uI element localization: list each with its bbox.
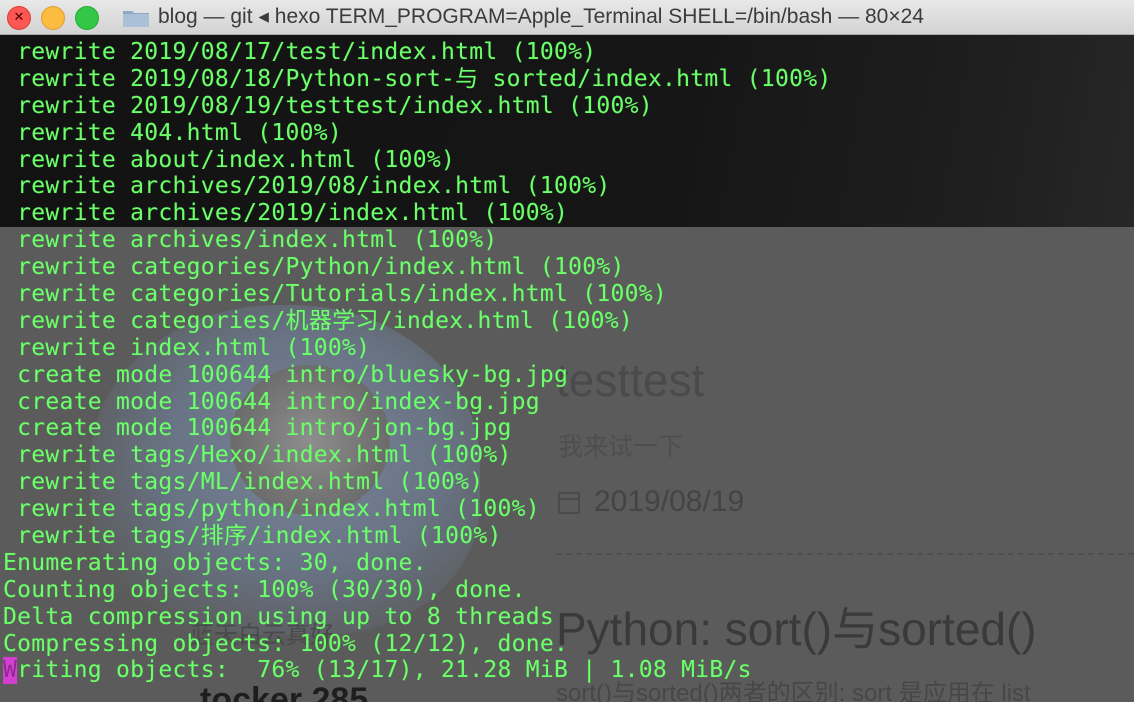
terminal-line: rewrite 2019/08/18/Python-sort-与 sorted/… bbox=[3, 65, 832, 92]
terminal-line: rewrite tags/Hexo/index.html (100%) bbox=[3, 442, 512, 469]
folder-icon bbox=[123, 11, 149, 27]
terminal-line: rewrite categories/机器学习/index.html (100%… bbox=[3, 307, 633, 334]
window-title: blog — git ◂ hexo TERM_PROGRAM=Apple_Ter… bbox=[158, 5, 924, 28]
terminal-line: rewrite index.html (100%) bbox=[3, 334, 371, 361]
terminal-line: rewrite tags/python/index.html (100%) bbox=[3, 496, 540, 523]
terminal-line: rewrite tags/排序/index.html (100%) bbox=[3, 523, 502, 550]
terminal-line: Counting objects: 100% (30/30), done. bbox=[3, 576, 526, 603]
terminal-output: rewrite 2019/08/17/test/index.html (100%… bbox=[3, 39, 832, 685]
terminal-view[interactable]: testtest 我来试一下 2019/08/19 Python: sort()… bbox=[0, 35, 1134, 702]
terminal-line: Delta compression using up to 8 threads bbox=[3, 603, 554, 630]
close-icon: ✕ bbox=[13, 10, 25, 25]
terminal-current-text: riting objects: 76% (13/17), 21.28 MiB |… bbox=[17, 657, 752, 684]
terminal-line: rewrite tags/ML/index.html (100%) bbox=[3, 469, 484, 496]
terminal-line: create mode 100644 intro/jon-bg.jpg bbox=[3, 415, 512, 442]
terminal-line: rewrite archives/index.html (100%) bbox=[3, 227, 498, 254]
terminal-line: rewrite archives/2019/08/index.html (100… bbox=[3, 173, 611, 200]
close-button[interactable]: ✕ bbox=[7, 6, 31, 30]
minimize-button[interactable] bbox=[41, 6, 65, 30]
terminal-line-current: Writing objects: 76% (13/17), 21.28 MiB … bbox=[3, 657, 832, 685]
terminal-line: rewrite 2019/08/19/testtest/index.html (… bbox=[3, 92, 653, 119]
terminal-line: rewrite archives/2019/index.html (100%) bbox=[3, 200, 569, 227]
terminal-line: create mode 100644 intro/bluesky-bg.jpg bbox=[3, 361, 569, 388]
terminal-line: rewrite 2019/08/17/test/index.html (100%… bbox=[3, 39, 597, 65]
terminal-line: Compressing objects: 100% (12/12), done. bbox=[3, 630, 569, 657]
terminal-cursor: W bbox=[3, 657, 18, 685]
terminal-line: rewrite about/index.html (100%) bbox=[3, 146, 456, 173]
terminal-line: rewrite categories/Python/index.html (10… bbox=[3, 254, 625, 281]
terminal-line: rewrite categories/Tutorials/index.html … bbox=[3, 281, 667, 308]
terminal-line: rewrite 404.html (100%) bbox=[3, 119, 343, 146]
terminal-line: create mode 100644 intro/index-bg.jpg bbox=[3, 388, 540, 415]
title-bar[interactable]: ✕ blog — git ◂ hexo TERM_PROGRAM=Apple_T… bbox=[0, 0, 1134, 35]
zoom-button[interactable] bbox=[75, 6, 99, 30]
terminal-line: Enumerating objects: 30, done. bbox=[3, 549, 427, 576]
